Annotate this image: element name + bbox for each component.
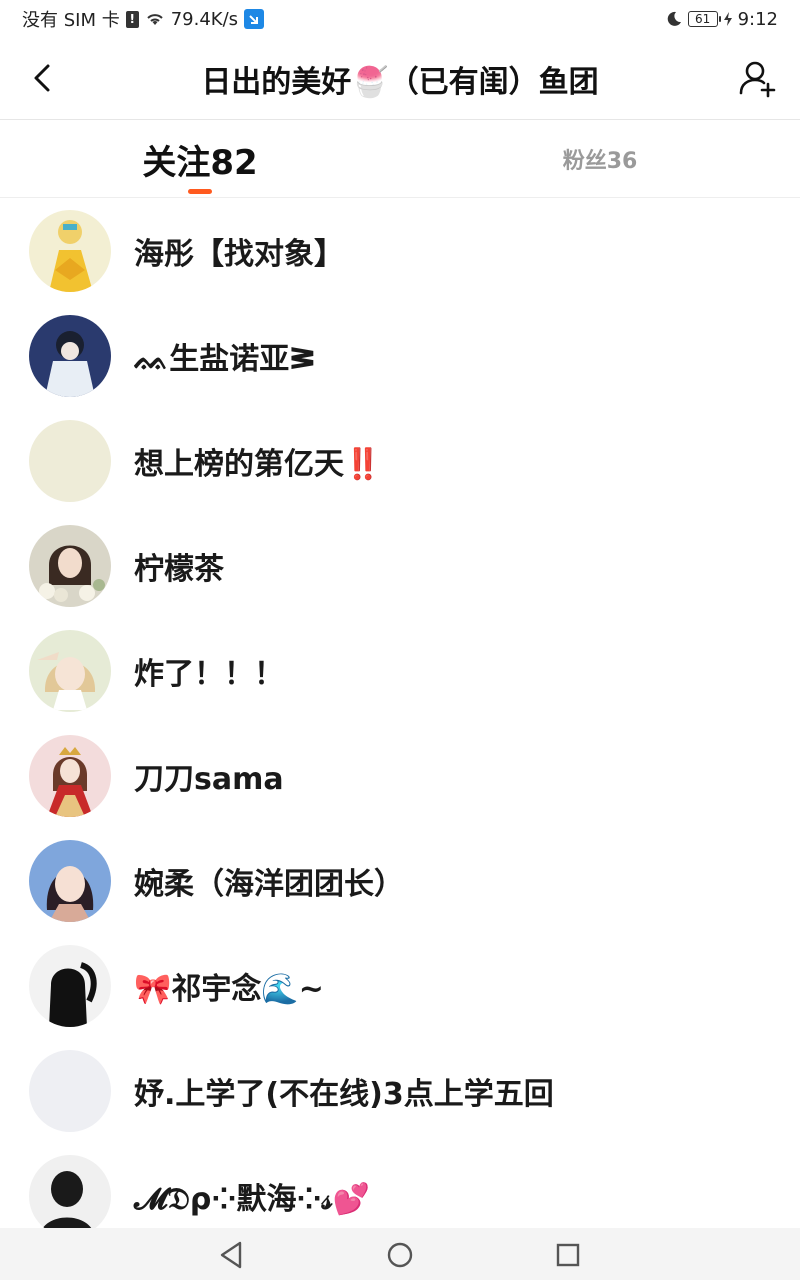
tab-following[interactable]: 关注82: [0, 120, 400, 198]
list-item[interactable]: 婉柔（海洋团团长）: [0, 828, 800, 933]
nav-home-button[interactable]: [383, 1238, 417, 1272]
avatar: [29, 1154, 111, 1237]
avatar: [29, 734, 111, 817]
tab-fans[interactable]: 粉丝36: [400, 120, 800, 198]
user-name: 柠檬茶: [134, 551, 224, 587]
user-name: ᨐ生盐诺亚ᕒ: [134, 341, 316, 377]
wifi-icon: [145, 11, 165, 27]
network-speed: 79.4K/s: [170, 8, 239, 30]
user-name: 𝓜𝔇ρ⁘默海⁘𝓈💕: [134, 1181, 371, 1217]
add-user-button[interactable]: [736, 56, 780, 100]
list-item[interactable]: 海彤【找对象】: [0, 198, 800, 303]
list-item[interactable]: 炸了！！！: [0, 618, 800, 723]
sim-alert-icon: !: [125, 10, 139, 28]
list-item[interactable]: ᨐ生盐诺亚ᕒ: [0, 303, 800, 408]
nav-back-button[interactable]: [214, 1238, 248, 1272]
user-name: 海彤【找对象】: [134, 236, 344, 272]
user-name: 炸了！！！: [134, 656, 284, 692]
page-title: 日出的美好🍧（已有闺）鱼团: [201, 65, 599, 100]
avatar: [29, 209, 111, 292]
avatar: [29, 629, 111, 712]
charging-icon: [723, 12, 732, 26]
back-button[interactable]: [24, 58, 60, 98]
list-item[interactable]: 🎀祁宇念🌊~: [0, 933, 800, 1038]
list-item[interactable]: 想上榜的第亿天‼️: [0, 408, 800, 513]
user-name: 刀刀sama: [134, 761, 284, 797]
status-bar: 没有 SIM 卡 ! 79.4K/s 61 9:12: [0, 0, 800, 38]
status-left: 没有 SIM 卡 ! 79.4K/s: [22, 6, 265, 32]
list-item[interactable]: 妤.上学了(不在线)3点上学五回: [0, 1038, 800, 1143]
battery-icon: 61: [687, 11, 721, 27]
tab-fans-label: 粉丝36: [562, 149, 638, 174]
status-right: 61 9:12: [666, 9, 778, 30]
list-item[interactable]: 刀刀sama: [0, 723, 800, 828]
user-name: 🎀祁宇念🌊~: [134, 971, 324, 1007]
avatar: [29, 314, 111, 397]
clock: 9:12: [737, 8, 778, 30]
chevron-left-icon: [34, 64, 50, 92]
moon-icon: [666, 11, 682, 27]
user-name: 想上榜的第亿天‼️: [134, 446, 382, 482]
following-list: 海彤【找对象】 ᨐ生盐诺亚ᕒ 想上榜的第亿天‼️ 柠檬茶 炸了！！！ 刀刀sam…: [0, 198, 800, 1248]
avatar: [29, 944, 111, 1027]
tab-following-label: 关注82: [142, 142, 258, 183]
tab-bar: 关注82 粉丝36: [0, 120, 800, 198]
avatar: [29, 1049, 111, 1132]
square-recents-icon: [556, 1243, 580, 1267]
avatar: [29, 839, 111, 922]
triangle-back-icon: [220, 1241, 242, 1269]
add-user-icon: [739, 61, 776, 98]
app-notification-icon: [244, 9, 265, 29]
nav-recents-button[interactable]: [551, 1238, 585, 1272]
avatar: [29, 419, 111, 502]
carrier-text: 没有 SIM 卡: [22, 10, 120, 31]
circle-home-icon: [387, 1242, 413, 1268]
active-tab-indicator: [188, 189, 212, 194]
avatar: [29, 524, 111, 607]
list-item[interactable]: 柠檬茶: [0, 513, 800, 618]
user-name: 婉柔（海洋团团长）: [134, 866, 404, 902]
user-name: 妤.上学了(不在线)3点上学五回: [134, 1076, 554, 1112]
system-nav-bar: [0, 1228, 800, 1280]
header: 日出的美好🍧（已有闺）鱼团: [0, 38, 800, 120]
